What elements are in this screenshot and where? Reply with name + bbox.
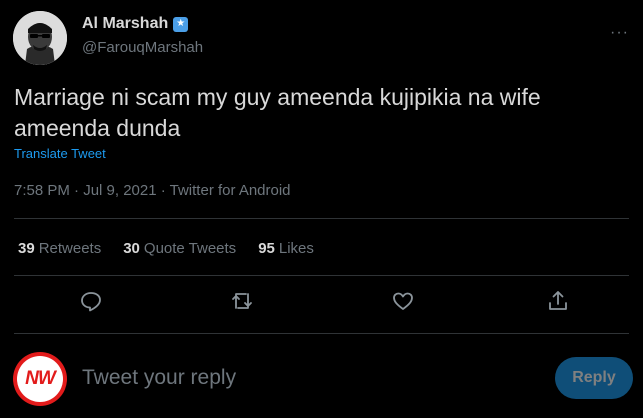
quote-tweets-stat[interactable]: 30 Quote Tweets	[123, 240, 236, 257]
like-icon[interactable]	[391, 289, 415, 313]
user-avatar[interactable]: NW	[13, 352, 67, 406]
tweet-timestamp[interactable]: 7:58 PM · Jul 9, 2021 · Twitter for Andr…	[14, 182, 291, 199]
divider	[14, 218, 629, 219]
reply-icon[interactable]	[79, 289, 103, 313]
reply-button[interactable]: Reply	[555, 357, 633, 399]
author-name[interactable]: Al Marshah	[82, 15, 168, 33]
share-icon[interactable]	[546, 289, 570, 313]
author-avatar[interactable]	[13, 11, 67, 65]
tweet-stats: 39 Retweets 30 Quote Tweets 95 Likes	[18, 240, 314, 257]
author-avatar-image	[13, 11, 67, 65]
translate-tweet-link[interactable]: Translate Tweet	[14, 146, 106, 161]
likes-count: 95	[258, 240, 275, 257]
author-handle[interactable]: @FarouqMarshah	[82, 39, 203, 56]
divider	[14, 275, 629, 276]
retweets-stat[interactable]: 39 Retweets	[18, 240, 101, 257]
tweet-actions	[0, 289, 643, 317]
retweets-label: Retweets	[38, 240, 102, 257]
user-avatar-text: NW	[25, 368, 56, 389]
retweets-count: 39	[18, 240, 35, 257]
verified-badge-icon: ★	[173, 16, 189, 32]
divider	[14, 333, 629, 334]
quotes-label: Quote Tweets	[143, 240, 237, 257]
likes-stat[interactable]: 95 Likes	[258, 240, 314, 257]
quotes-count: 30	[123, 240, 140, 257]
user-avatar-inner: NW	[17, 356, 63, 402]
tweet-text: Marriage ni scam my guy ameenda kujipiki…	[14, 84, 541, 141]
likes-label: Likes	[278, 240, 314, 257]
retweet-icon[interactable]	[230, 289, 254, 313]
reply-input[interactable]: Tweet your reply	[82, 366, 236, 390]
more-options-icon[interactable]: ···	[610, 24, 629, 42]
author-name-row[interactable]: Al Marshah ★	[82, 15, 189, 33]
